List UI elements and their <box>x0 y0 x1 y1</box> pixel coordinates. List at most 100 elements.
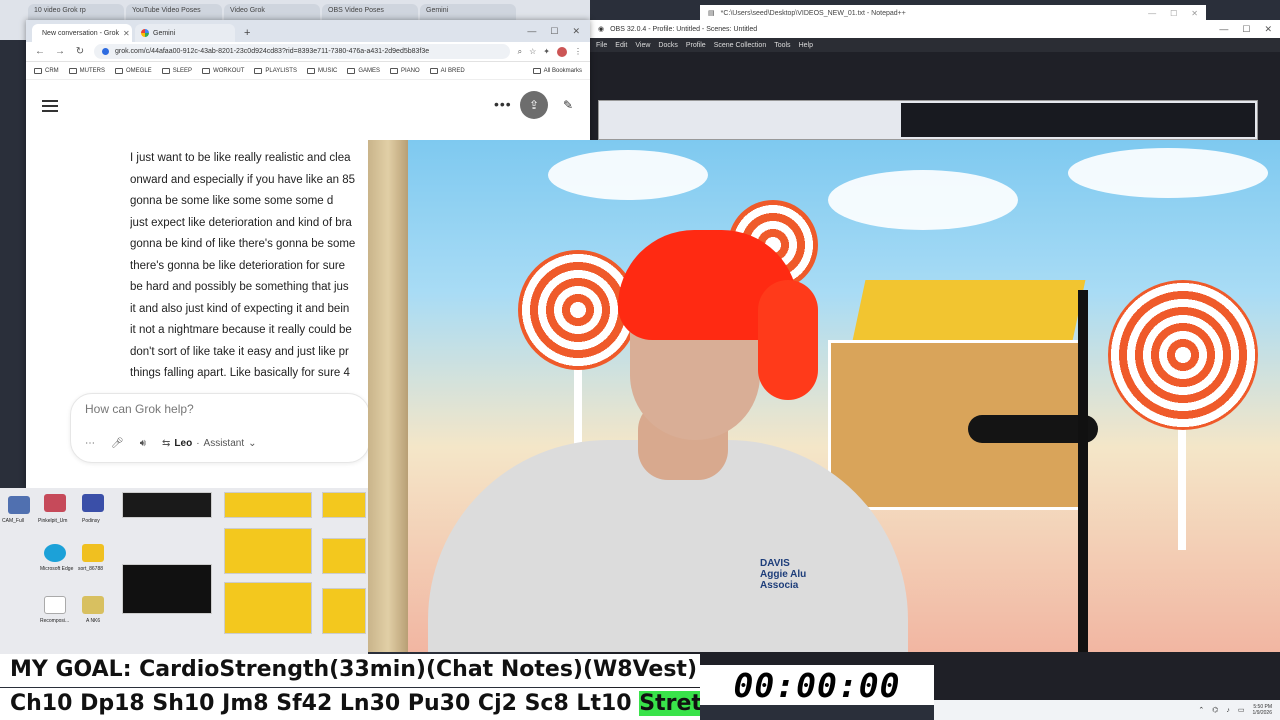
webcam-feed: DAVIS Aggie Alu Associa <box>368 140 1280 652</box>
share-upload-icon: ⇪ <box>528 98 540 112</box>
podinsy-app-icon[interactable] <box>82 494 104 512</box>
folder-icon <box>202 67 211 74</box>
folder-icon <box>34 67 42 74</box>
minimize-icon[interactable]: — <box>527 26 536 37</box>
bookmark-folder[interactable]: SLEEP <box>161 67 193 74</box>
obs-menu-view[interactable]: View <box>635 42 650 49</box>
obs-menu-tools[interactable]: Tools <box>774 42 790 49</box>
profile-avatar[interactable] <box>557 46 567 57</box>
tray-chevron-icon[interactable]: ⌃ <box>1198 706 1204 714</box>
bookmark-folder[interactable]: OMEGLE <box>115 67 152 74</box>
background-tab[interactable]: OBS Video Poses <box>322 4 418 20</box>
bookmark-folder[interactable]: GAMES <box>347 67 380 74</box>
sweatshirt-line: Aggie Alu <box>760 569 807 580</box>
recompose-file-icon[interactable] <box>44 596 66 614</box>
extensions-icon[interactable]: ✦ <box>543 47 550 57</box>
battery-icon[interactable]: ▭ <box>1238 706 1245 714</box>
maximize-icon[interactable]: ☐ <box>1170 9 1177 18</box>
voice-mode-icon[interactable]: 🔊︎ <box>140 438 146 449</box>
bookmark-label: GAMES <box>358 67 380 74</box>
bookmark-folder[interactable]: MUSIC <box>306 67 337 74</box>
tab-label: New conversation - Grok <box>42 29 120 37</box>
tab-close-icon[interactable]: ✕ <box>123 29 130 38</box>
stats-highlight: Stretch <box>639 691 700 716</box>
bookmark-folder[interactable]: AI BRED <box>429 67 465 74</box>
model-name: Leo <box>174 438 193 449</box>
close-icon[interactable]: ✕ <box>1191 9 1198 18</box>
obs-menu-docks[interactable]: Docks <box>658 42 677 49</box>
bookmark-label: AI BRED <box>440 67 465 74</box>
close-icon[interactable]: ✕ <box>572 26 580 37</box>
obs-menu-scene-collection[interactable]: Scene Collection <box>714 42 767 49</box>
menu-kebab-icon[interactable]: ⋮ <box>574 47 582 57</box>
sweatshirt-line: DAVIS <box>760 558 790 569</box>
maximize-icon[interactable]: ☐ <box>1242 24 1250 35</box>
all-bookmarks[interactable]: All Bookmarks <box>532 67 582 74</box>
volume-icon[interactable]: ♪ <box>1226 707 1230 714</box>
background-tab[interactable]: Video Grok <box>224 4 320 20</box>
browser-window-controls: — ☐ ✕ <box>517 26 590 42</box>
bookmark-label: SLEEP <box>172 67 193 74</box>
minimize-icon[interactable]: — <box>1219 24 1228 35</box>
background-tab[interactable]: Gemini <box>420 4 516 20</box>
video-thumbnail[interactable] <box>224 582 312 634</box>
bookmark-folder[interactable]: MUTERS <box>68 67 105 74</box>
attach-dots-icon[interactable]: ⋯ <box>85 438 95 449</box>
nk-file-icon[interactable] <box>82 596 104 614</box>
desktop-icon-label: Recomposi... <box>40 618 70 624</box>
bookmark-label: CRM <box>45 67 59 74</box>
video-thumbnail[interactable] <box>322 588 366 634</box>
background-tab[interactable]: YouTube Video Poses <box>126 4 222 20</box>
chat-composer[interactable]: How can Grok help? ⋯ 🎤︎ 🔊︎ ⇆ Leo · Assis… <box>70 393 370 463</box>
video-thumbnail[interactable] <box>224 492 312 518</box>
bookmark-folder[interactable]: WORKOUT <box>202 67 244 74</box>
more-options-icon[interactable]: ••• <box>494 96 512 112</box>
site-info-icon[interactable] <box>102 48 109 55</box>
bookmark-star-icon[interactable]: ☆ <box>529 47 536 57</box>
video-thumbnail[interactable] <box>322 538 366 574</box>
model-selector[interactable]: ⇆ Leo · Assistant ⌄ <box>162 438 256 449</box>
maximize-icon[interactable]: ☐ <box>550 26 558 37</box>
tab-gemini[interactable]: Gemini <box>135 24 235 42</box>
folder-icon <box>306 67 315 74</box>
pinkelpit-app-icon[interactable] <box>44 494 66 512</box>
obs-menu-edit[interactable]: Edit <box>615 42 627 49</box>
share-button[interactable]: ⇪ <box>520 91 548 119</box>
obs-preview-canvas[interactable] <box>598 100 1258 140</box>
background-tab[interactable]: 10 video Grok rp <box>28 4 124 20</box>
gemini-favicon-icon <box>141 29 149 37</box>
folder-icon <box>390 67 398 74</box>
edge-browser-icon[interactable] <box>44 544 66 562</box>
new-tab-button[interactable]: + <box>238 27 256 42</box>
zoom-icon[interactable]: ⌕ <box>518 47 522 57</box>
video-thumbnail[interactable] <box>224 528 312 574</box>
network-icon[interactable]: ⌬ <box>1212 706 1218 714</box>
bookmark-folder[interactable]: CRM <box>34 67 59 74</box>
url-field[interactable]: grok.com/c/44afaa00-912c-43ab-8201-23c0d… <box>94 44 510 59</box>
obs-menu-help[interactable]: Help <box>799 42 813 49</box>
microphone-icon[interactable]: 🎤︎ <box>111 438 124 449</box>
toolbar-icons: ⌕ ☆ ✦ ⋮ <box>518 46 582 57</box>
bookmark-folder[interactable]: PLAYLISTS <box>254 67 297 74</box>
video-thumbnail[interactable] <box>322 492 366 518</box>
close-icon[interactable]: ✕ <box>1264 24 1272 35</box>
background-cloud <box>1068 148 1268 198</box>
video-thumbnail[interactable] <box>122 492 212 518</box>
tab-grok[interactable]: New conversation - Grok ✕ <box>32 24 132 42</box>
sort-file-icon[interactable] <box>82 544 104 562</box>
obs-menu-profile[interactable]: Profile <box>686 42 706 49</box>
sidebar-menu-icon[interactable] <box>42 100 58 112</box>
new-chat-edit-icon[interactable]: ✎ <box>563 98 573 112</box>
forward-arrow-icon[interactable]: → <box>54 46 66 57</box>
tray-clock[interactable]: 5:50 PM 1/9/2026 <box>1253 704 1272 716</box>
screen: 10 video Grok rp YouTube Video Poses Vid… <box>0 0 1280 720</box>
obs-menu-file[interactable]: File <box>596 42 607 49</box>
cam-app-icon[interactable] <box>8 496 30 514</box>
back-arrow-icon[interactable]: ← <box>34 46 46 57</box>
video-thumbnail[interactable] <box>122 564 212 614</box>
reload-icon[interactable]: ↻ <box>74 46 86 57</box>
minimize-icon[interactable]: — <box>1148 9 1156 18</box>
bookmark-folder[interactable]: PIANO <box>390 67 420 74</box>
bookmark-label: PLAYLISTS <box>265 67 297 74</box>
desktop-icon-label: sort_86788 <box>78 566 104 572</box>
